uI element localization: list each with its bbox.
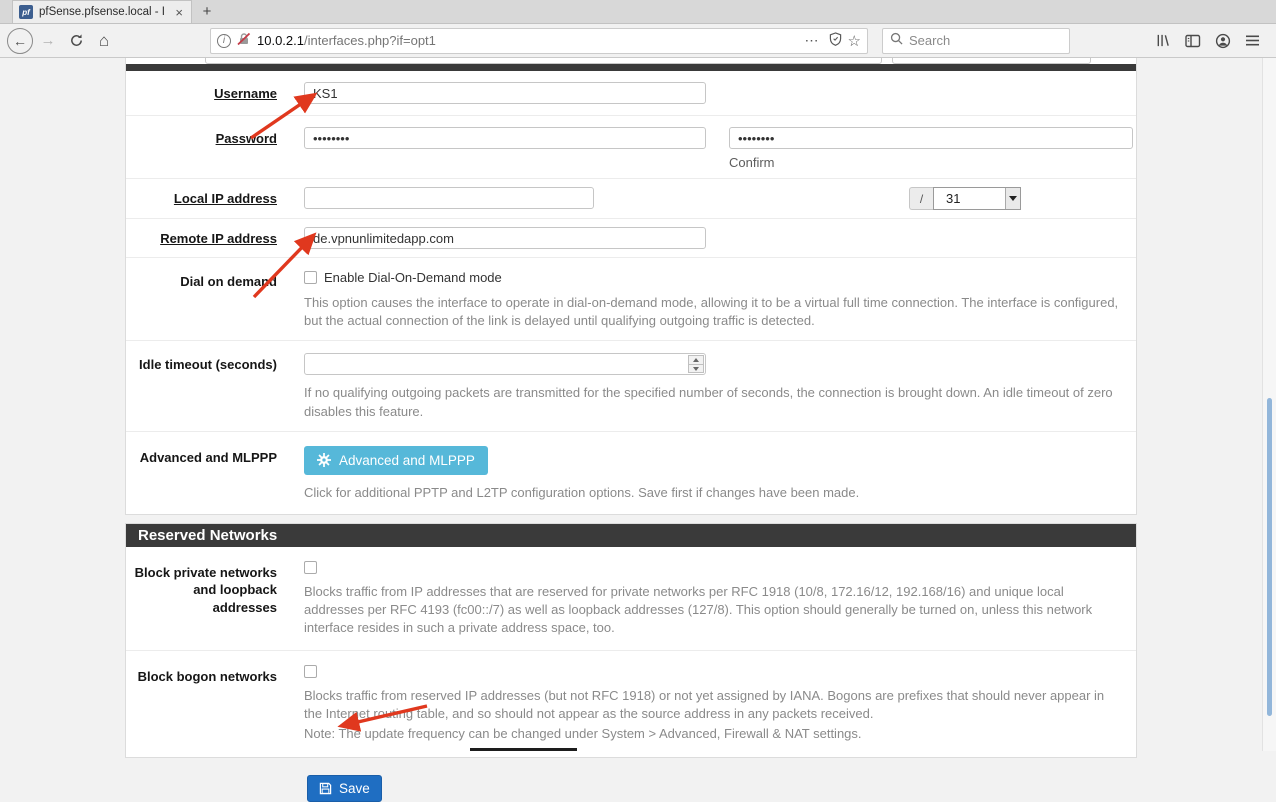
block-private-help: Blocks traffic from IP addresses that ar… — [304, 583, 1124, 638]
tab-close-icon[interactable]: × — [173, 5, 185, 20]
advanced-mlppp-help: Click for additional PPTP and L2TP confi… — [304, 484, 1124, 502]
bookmark-star-icon[interactable]: ☆ — [848, 32, 861, 50]
advanced-mlppp-button[interactable]: Advanced and MLPPP — [304, 446, 488, 475]
partial-input-fragment — [205, 58, 882, 64]
forward-icon[interactable]: → — [34, 27, 62, 55]
dial-on-demand-help: This option causes the interface to oper… — [304, 294, 1124, 330]
block-bogon-label: Block bogon networks — [126, 665, 304, 744]
advanced-mlppp-button-label: Advanced and MLPPP — [339, 453, 475, 468]
dial-on-demand-checkbox[interactable] — [304, 271, 317, 284]
idle-timeout-help: If no qualifying outgoing packets are tr… — [304, 384, 1124, 420]
block-private-label: Block private networks and loopback addr… — [126, 561, 304, 638]
page-viewport: Username Password Confirm Local IP addre… — [0, 58, 1276, 751]
reload-icon[interactable] — [62, 27, 90, 55]
row-username: Username — [126, 71, 1136, 116]
menu-hamburger-icon[interactable] — [1245, 34, 1260, 47]
insecure-lock-icon[interactable] — [237, 32, 251, 49]
url-bar[interactable]: i 10.0.2.1/interfaces.php?if=opt1 ⋯ ☆ — [210, 28, 868, 54]
chevron-down-icon[interactable] — [1005, 188, 1020, 209]
save-button[interactable]: Save — [307, 775, 382, 802]
subnet-select[interactable]: 31 — [933, 187, 1021, 210]
row-advanced-mlppp: Advanced and MLPPP — [126, 432, 1136, 514]
page-actions-icon[interactable]: ⋯ — [802, 32, 823, 49]
row-block-bogon: Block bogon networks Blocks traffic from… — [126, 651, 1136, 758]
page-info-icon[interactable]: i — [217, 34, 231, 48]
idle-timeout-input[interactable] — [304, 353, 706, 375]
account-icon[interactable] — [1215, 33, 1231, 49]
tracking-shield-icon[interactable] — [829, 32, 842, 49]
url-path: /interfaces.php?if=opt1 — [304, 33, 436, 48]
row-block-private: Block private networks and loopback addr… — [126, 547, 1136, 651]
local-ip-input[interactable] — [304, 187, 594, 209]
row-local-ip: Local IP address / 31 — [126, 179, 1136, 219]
section-header-fragment — [126, 64, 1136, 71]
browser-tab[interactable]: pf pfSense.pfsense.local - I × — [12, 0, 192, 23]
spinner-up-icon[interactable] — [688, 355, 704, 365]
tab-title: pfSense.pfsense.local - I — [39, 6, 167, 18]
scrollbar-thumb[interactable] — [1267, 398, 1272, 716]
browser-tab-bar: pf pfSense.pfsense.local - I × + — [0, 0, 1276, 24]
row-password: Password Confirm — [126, 116, 1136, 179]
sidebars-icon[interactable] — [1185, 34, 1201, 48]
remote-ip-input[interactable] — [304, 227, 706, 249]
gear-icon — [317, 453, 331, 467]
page-scrollbar[interactable] — [1262, 58, 1276, 751]
advanced-mlppp-label: Advanced and MLPPP — [126, 446, 304, 502]
row-remote-ip: Remote IP address — [126, 219, 1136, 258]
new-tab-button[interactable]: + — [192, 0, 222, 23]
block-private-checkbox[interactable] — [304, 561, 317, 574]
block-bogon-note: Note: The update frequency can be change… — [304, 725, 1124, 743]
library-icon[interactable] — [1155, 33, 1171, 48]
reserved-networks-header: Reserved Networks — [126, 524, 1136, 547]
row-dial-on-demand: Dial on demand Enable Dial-On-Demand mod… — [126, 258, 1136, 341]
password-confirm-input[interactable] — [729, 127, 1133, 149]
search-bar[interactable] — [882, 28, 1070, 54]
spinner-down-icon[interactable] — [688, 365, 704, 374]
username-input[interactable] — [304, 82, 706, 104]
idle-timeout-label: Idle timeout (seconds) — [126, 353, 304, 420]
url-text: 10.0.2.1/interfaces.php?if=opt1 — [257, 33, 796, 48]
number-spinner[interactable] — [688, 355, 704, 373]
scrolled-row-fragment — [126, 58, 1136, 64]
row-idle-timeout: Idle timeout (seconds) If no qualifying … — [126, 341, 1136, 431]
ppp-config-panel: Username Password Confirm Local IP addre… — [125, 58, 1137, 515]
password-input[interactable] — [304, 127, 706, 149]
confirm-caption: Confirm — [729, 155, 1133, 170]
username-label: Username — [126, 82, 304, 104]
subnet-select-value: 31 — [934, 191, 1005, 206]
search-icon — [890, 32, 903, 50]
save-button-label: Save — [339, 781, 370, 796]
search-input[interactable] — [909, 33, 1029, 48]
home-icon[interactable]: ⌂ — [90, 27, 118, 55]
partial-input-fragment — [892, 58, 1091, 64]
local-ip-label: Local IP address — [126, 187, 304, 210]
save-floppy-icon — [319, 782, 332, 795]
pfsense-favicon: pf — [19, 5, 33, 19]
dial-on-demand-checkbox-label[interactable]: Enable Dial-On-Demand mode — [324, 270, 502, 285]
browser-toolbar: ← → ⌂ i 10.0.2.1/interfaces.php?if=opt1 … — [0, 24, 1276, 58]
url-host: 10.0.2.1 — [257, 33, 304, 48]
remote-ip-label: Remote IP address — [126, 227, 304, 249]
password-label: Password — [126, 127, 304, 170]
reserved-networks-panel: Reserved Networks Block private networks… — [125, 523, 1137, 758]
subnet-slash-addon: / — [909, 187, 933, 210]
block-bogon-checkbox[interactable] — [304, 665, 317, 678]
dial-on-demand-label: Dial on demand — [126, 270, 304, 330]
back-icon[interactable]: ← — [7, 28, 33, 54]
block-bogon-help: Blocks traffic from reserved IP addresse… — [304, 687, 1124, 723]
